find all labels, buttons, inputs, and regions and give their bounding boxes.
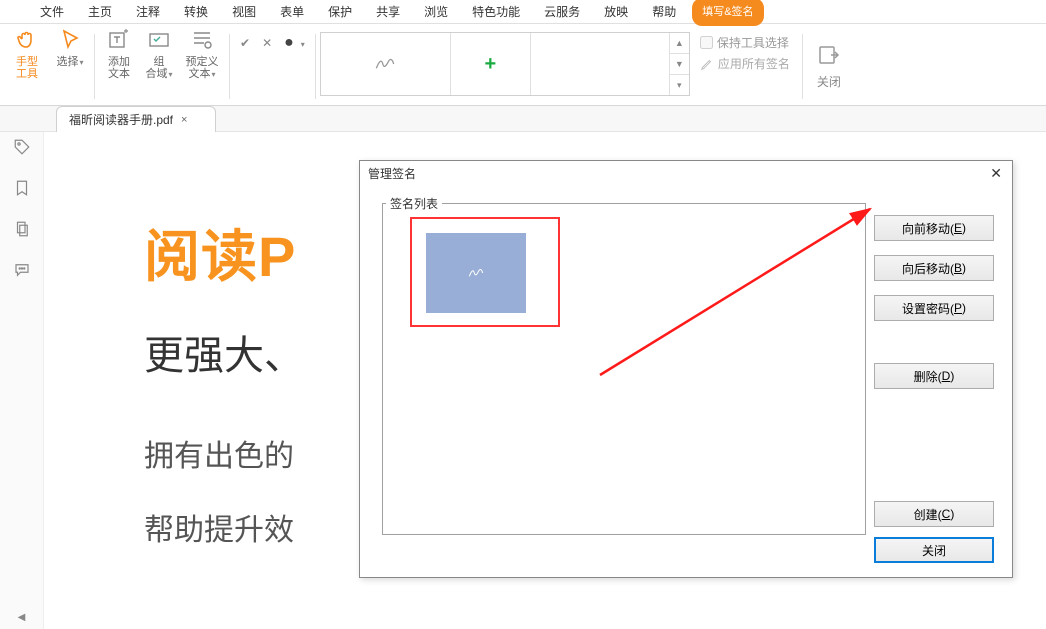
predef-text-button[interactable]: 预定义 文本 (179, 28, 225, 105)
dialog-title: 管理签名 (368, 165, 416, 182)
menu-protect[interactable]: 保护 (316, 0, 364, 24)
ribbon: 手型 工具 选择 添加 文本 组 合域 预定义 文本 ✔ ✕ ● + (0, 24, 1046, 106)
menu-help[interactable]: 帮助 (640, 0, 688, 24)
sidebar: ◀ (0, 132, 44, 629)
signature-scribble-icon (372, 51, 398, 77)
menu-browse[interactable]: 浏览 (412, 0, 460, 24)
apply-all-signatures[interactable]: 应用所有签名 (700, 55, 790, 72)
add-text-icon (107, 28, 131, 52)
dialog-buttons-top: 向前移动(E) 向后移动(B) 设置密码(P) 删除(D) (874, 215, 994, 389)
menu-play[interactable]: 放映 (592, 0, 640, 24)
menu-special[interactable]: 特色功能 (460, 0, 532, 24)
tab-close-icon[interactable]: × (181, 114, 187, 126)
add-signature-button[interactable]: + (451, 33, 531, 95)
combine-field-icon (147, 28, 171, 52)
sidebar-bookmark-icon[interactable] (13, 179, 31, 200)
tab-title: 福昕阅读器手册.pdf (69, 111, 173, 128)
mark-tools-row: ✔ ✕ ● (240, 30, 305, 52)
dialog-titlebar: 管理签名 ✕ (360, 161, 1012, 185)
dialog-close-button[interactable]: ✕ (986, 165, 1006, 182)
sidebar-tag-icon[interactable] (13, 138, 31, 159)
sidebar-pages-icon[interactable] (13, 220, 31, 241)
menu-share[interactable]: 共享 (364, 0, 412, 24)
menubar: 文件 主页 注释 转换 视图 表单 保护 共享 浏览 特色功能 云服务 放映 帮… (0, 0, 1046, 24)
hand-tool-button[interactable]: 手型 工具 (4, 28, 50, 105)
sidebar-expand[interactable]: ◀ (18, 612, 26, 629)
signature-item-highlighted[interactable] (410, 217, 560, 327)
close-dialog-button[interactable]: 关闭 (874, 537, 994, 563)
signature-options: 保持工具选择 应用所有签名 (690, 28, 798, 105)
sidebar-comments-icon[interactable] (13, 261, 31, 282)
hand-icon (15, 28, 39, 52)
close-panel-icon (817, 43, 841, 67)
select-tool-button[interactable]: 选择 (50, 28, 90, 105)
menu-view[interactable]: 视图 (220, 0, 268, 24)
signature-item-selected[interactable] (426, 233, 526, 313)
set-password-button[interactable]: 设置密码(P) (874, 295, 994, 321)
predef-text-icon (190, 28, 214, 52)
check-mark-icon[interactable]: ✔ (240, 36, 250, 50)
menu-form[interactable]: 表单 (268, 0, 316, 24)
cursor-icon (58, 28, 82, 52)
dot-mark-icon[interactable]: ● (284, 34, 294, 52)
signature-thumb-1[interactable] (321, 33, 451, 95)
signature-list-label: 签名列表 (386, 195, 442, 212)
keep-tool-checkbox[interactable]: 保持工具选择 (700, 34, 790, 51)
ribbon-close-button[interactable]: 关闭 (807, 28, 851, 105)
pen-icon (700, 57, 714, 71)
gallery-scroll-up[interactable]: ▲ (670, 33, 689, 54)
mark-more[interactable] (300, 36, 305, 50)
menu-convert[interactable]: 转换 (172, 0, 220, 24)
manage-signatures-dialog: 管理签名 ✕ 签名列表 向前移动(E) 向后移动(B) 设置密码(P) 删除(D… (359, 160, 1013, 578)
x-mark-icon[interactable]: ✕ (256, 36, 278, 50)
document-tab[interactable]: 福昕阅读器手册.pdf × (56, 106, 216, 132)
add-text-button[interactable]: 添加 文本 (99, 28, 139, 105)
combine-field-button[interactable]: 组 合域 (139, 28, 179, 105)
menu-cloud[interactable]: 云服务 (532, 0, 592, 24)
move-forward-button[interactable]: 向前移动(E) (874, 215, 994, 241)
delete-button[interactable]: 删除(D) (874, 363, 994, 389)
gallery-more[interactable]: ▾ (670, 75, 689, 95)
gallery-scroll-down[interactable]: ▼ (670, 54, 689, 75)
gallery-scroll: ▲ ▼ ▾ (669, 33, 689, 95)
move-back-button[interactable]: 向后移动(B) (874, 255, 994, 281)
dialog-buttons-bottom: 创建(C) 关闭 (874, 501, 994, 563)
signature-scribble-icon (466, 263, 486, 283)
create-button[interactable]: 创建(C) (874, 501, 994, 527)
menu-home[interactable]: 主页 (76, 0, 124, 24)
signature-gallery: + ▲ ▼ ▾ (320, 32, 690, 96)
menu-file[interactable]: 文件 (28, 0, 76, 24)
menu-annot[interactable]: 注释 (124, 0, 172, 24)
menu-fill-sign[interactable]: 填写&签名 (692, 0, 763, 26)
tabstrip: 福昕阅读器手册.pdf × (0, 106, 1046, 132)
